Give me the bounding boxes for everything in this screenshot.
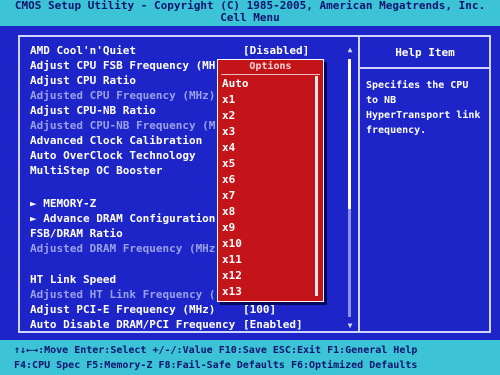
title-bar: CMOS Setup Utility - Copyright (C) 1985-…: [0, 0, 500, 26]
menu-item-label: FSB/DRAM Ratio: [30, 227, 123, 240]
help-panel-title: Help Item: [395, 46, 455, 59]
help-text: Specifies the CPU to NB HyperTransport l…: [366, 80, 481, 136]
popup-scrollbar[interactable]: [315, 76, 318, 296]
menu-item-label: Adjusted HT Link Frequency (: [30, 288, 216, 301]
option-x8[interactable]: x8: [222, 205, 235, 219]
options-popup: Options Auto x1 x2 x3 x4 x5 x6 x7 x8 x9 …: [217, 59, 324, 302]
scroll-up-arrow-icon[interactable]: ▲: [346, 45, 354, 54]
menu-item-value: [100]: [243, 303, 277, 316]
menu-item-label: AMD Cool'n'Quiet: [30, 44, 136, 57]
menu-item-value: [Disabled]: [243, 44, 310, 57]
option-x12[interactable]: x12: [222, 269, 242, 283]
option-x3[interactable]: x3: [222, 125, 235, 139]
option-x6[interactable]: x6: [222, 173, 235, 187]
option-x10[interactable]: x10: [222, 237, 242, 251]
help-divider: [360, 67, 489, 69]
menu-item-label: Adjust CPU FSB Frequency (MH: [30, 59, 216, 72]
option-x1[interactable]: x1: [222, 93, 235, 107]
popup-divider: [221, 74, 320, 75]
option-x11[interactable]: x11: [222, 253, 242, 267]
menu-item-label: Adjust CPU Ratio: [30, 74, 136, 87]
option-x13[interactable]: x13: [222, 285, 242, 299]
scroll-down-arrow-icon[interactable]: ▼: [346, 321, 354, 330]
menu-item-label: HT Link Speed: [30, 273, 117, 286]
menu-item-label: Adjusted CPU-NB Frequency (M: [30, 119, 216, 132]
panel-divider: [358, 35, 360, 333]
menu-item-label: Adjust CPU-NB Ratio: [30, 104, 156, 117]
option-x9[interactable]: x9: [222, 221, 235, 235]
menu-item-label: Auto Disable DRAM/PCI Frequency: [30, 318, 236, 331]
menu-item-label: Adjusted DRAM Frequency (MHz: [30, 242, 216, 255]
key-help-line-2: F4:CPU Spec F5:Memory-Z F8:Fail-Safe Def…: [14, 360, 418, 371]
menu-item-value: [Enabled]: [243, 318, 303, 331]
popup-title: Options: [249, 61, 292, 72]
option-x4[interactable]: x4: [222, 141, 235, 155]
menu-item-label: Adjusted CPU Frequency (MHz): [30, 89, 216, 102]
option-auto[interactable]: Auto: [222, 77, 249, 91]
menu-item-label: Advanced Clock Calibration: [30, 134, 203, 147]
scroll-track[interactable]: [348, 59, 351, 317]
option-x2[interactable]: x2: [222, 109, 235, 123]
menu-item-label: Adjust PCI-E Frequency (MHz): [30, 303, 216, 316]
menu-item-label: Auto OverClock Technology: [30, 149, 196, 162]
key-help-bar: ↑↓←→:Move Enter:Select +/-/:Value F10:Sa…: [0, 340, 500, 375]
menu-item-label: ► MEMORY-Z: [30, 197, 97, 210]
menu-item-label: ► Advance DRAM Configuration: [30, 212, 216, 225]
menu-scrollbar[interactable]: ▲ ▼: [346, 45, 354, 330]
menu-item-label: MultiStep OC Booster: [30, 164, 163, 177]
key-help-line-1: ↑↓←→:Move Enter:Select +/-/:Value F10:Sa…: [14, 345, 418, 356]
option-x7[interactable]: x7: [222, 189, 235, 203]
page-title: Cell Menu: [220, 11, 280, 24]
option-x5[interactable]: x5: [222, 157, 235, 171]
scroll-thumb[interactable]: [348, 59, 351, 209]
